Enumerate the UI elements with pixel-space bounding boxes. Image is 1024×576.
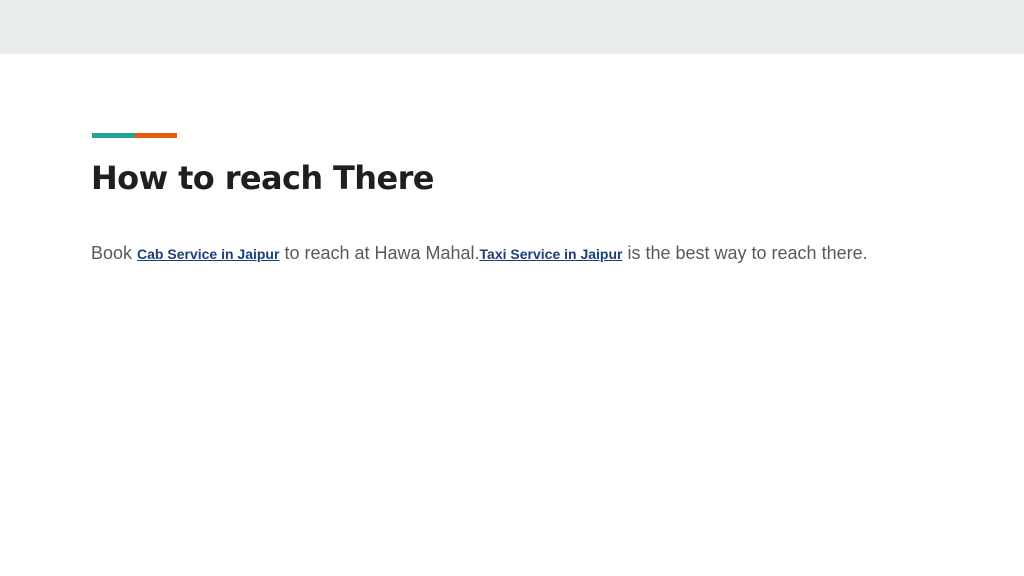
taxi-service-link[interactable]: Taxi Service in Jaipur bbox=[480, 246, 623, 262]
body-text-part-1: Book bbox=[91, 243, 138, 263]
body-text-part-2: to reach at Hawa Mahal. bbox=[279, 243, 480, 263]
slide-title: How to reach There bbox=[91, 159, 434, 197]
title-accent-bar bbox=[92, 133, 177, 138]
body-text-part-3: is the best way to reach there. bbox=[622, 243, 868, 263]
slide-body-text: Book Cab Service in Jaipur to reach at H… bbox=[91, 240, 991, 267]
accent-orange-segment bbox=[134, 133, 177, 138]
accent-teal-segment bbox=[92, 133, 135, 138]
cab-service-link[interactable]: Cab Service in Jaipur bbox=[137, 246, 279, 262]
top-band bbox=[0, 0, 1024, 54]
